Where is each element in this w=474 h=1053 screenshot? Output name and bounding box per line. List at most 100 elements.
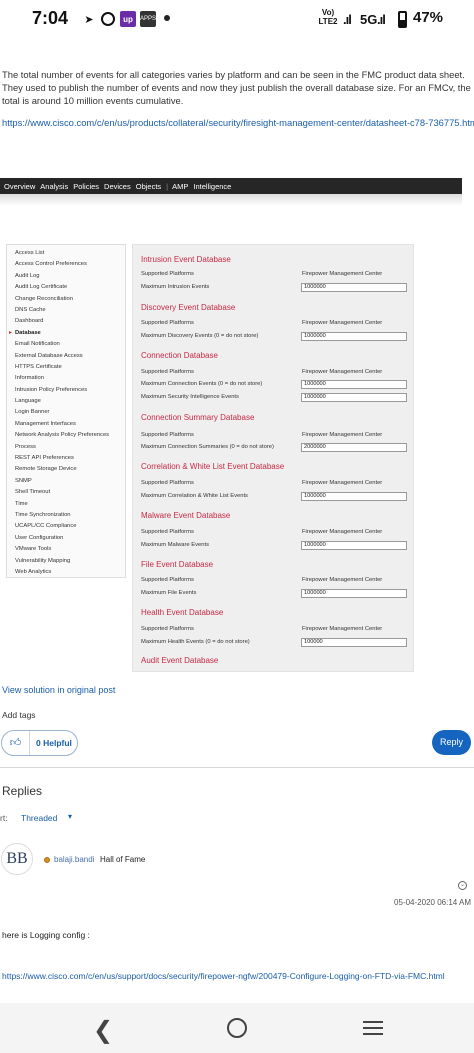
db-limit-input[interactable]: 1000000 — [301, 380, 407, 389]
fmc-menu-item[interactable]: Remote Storage Device — [7, 464, 125, 475]
fmc-menu-item[interactable]: Management Interfaces — [7, 419, 125, 430]
helpful-button[interactable]: 👍︎ 0 Helpful — [1, 730, 78, 756]
db-section-title: Discovery Event Database — [141, 303, 236, 312]
db-section-title: Connection Summary Database — [141, 413, 255, 422]
db-limit-input[interactable]: 1000000 — [301, 283, 407, 292]
view-solution-link[interactable]: View solution in original post — [2, 685, 115, 695]
avatar[interactable]: BB — [1, 843, 33, 875]
db-limit-input[interactable]: 1000000 — [301, 492, 407, 501]
supported-platforms-label: Supported Platforms — [141, 480, 194, 486]
fmc-menu-item[interactable]: Web Analytics — [7, 567, 125, 578]
db-limit-label: Maximum File Events — [141, 590, 197, 596]
section-divider — [0, 767, 474, 768]
db-limit-input[interactable]: 1000000 — [301, 589, 407, 598]
fmc-nav-analysis: Analysis — [40, 181, 69, 191]
add-tags-link[interactable]: Add tags — [2, 710, 36, 720]
chevron-down-icon[interactable]: ▾ — [68, 812, 72, 821]
fmc-nav-policies: Policies — [73, 181, 100, 191]
db-section-title: Connection Database — [141, 351, 218, 360]
fmc-menu-item[interactable]: Login Banner — [7, 407, 125, 418]
signal-icon: .ıl — [343, 11, 352, 27]
fmc-menu-item[interactable]: Dashboard — [7, 316, 125, 327]
fmc-menu-item[interactable]: Time — [7, 499, 125, 510]
fmc-menu-item[interactable]: Shell Timeout — [7, 487, 125, 498]
fmc-menu-item[interactable]: Vulnerability Mapping — [7, 556, 125, 567]
thumbs-up-icon: 👍︎ — [2, 731, 30, 755]
fmc-nav-intelligence: Intelligence — [193, 181, 232, 191]
fmc-menu-item[interactable]: UCAPL/CC Compliance — [7, 521, 125, 532]
supported-platforms-value: Firepower Management Center — [302, 529, 383, 535]
fmc-side-menu: Access List Access Control Preferences Aud… — [6, 244, 126, 578]
supported-platforms-value: Firepower Management Center — [302, 271, 383, 277]
fmc-menu-item[interactable]: User Configuration — [7, 533, 125, 544]
status-bar: 7:04 ➤ up APPS Vo) LTE2 .ıl 5G .ıl 47% — [0, 0, 474, 40]
supported-platforms-label: Supported Platforms — [141, 271, 194, 277]
battery-percent: 47% — [413, 8, 444, 26]
fmc-menu-item[interactable]: Access Control Preferences — [7, 259, 125, 270]
vpn-icon — [101, 12, 115, 26]
db-limit-label: Maximum Discovery Events (0 = do not sto… — [141, 333, 259, 339]
fmc-menu-item[interactable]: Access List — [7, 248, 125, 259]
up-app-icon: up — [120, 11, 136, 27]
fmc-menu-item[interactable]: Time Synchronization — [7, 510, 125, 521]
fmc-menu-item[interactable]: Network Analysis Policy Preferences — [7, 430, 125, 441]
system-nav-bar: ❮ — [0, 1003, 474, 1053]
fmc-menu-item[interactable]: Database — [7, 328, 125, 340]
db-limit-input[interactable]: 1000000 — [301, 332, 407, 341]
fmc-menu-item[interactable]: Process — [7, 442, 125, 453]
supported-platforms-label: Supported Platforms — [141, 369, 194, 375]
supported-platforms-value: Firepower Management Center — [302, 480, 383, 486]
sort-dropdown[interactable]: Threaded — [21, 813, 57, 823]
fmc-menu-item[interactable]: Language — [7, 396, 125, 407]
fmc-nav-devices: Devices — [104, 181, 131, 191]
fmc-menu-item[interactable]: Audit Log Certificate — [7, 282, 125, 293]
fmc-menu-item[interactable]: Information — [7, 373, 125, 384]
fmc-menu-item[interactable]: REST API Preferences — [7, 453, 125, 464]
fmc-menu-item[interactable]: Email Notification — [7, 339, 125, 350]
supported-platforms-label: Supported Platforms — [141, 626, 194, 632]
supported-platforms-value: Firepower Management Center — [302, 626, 383, 632]
fmc-menu-item[interactable]: Audit Log — [7, 271, 125, 282]
post-options-icon[interactable]: ⌄ — [458, 881, 467, 890]
fmc-nav-objects: Objects — [135, 181, 162, 191]
reply-body-text: here is Logging config : — [2, 930, 90, 940]
reply-date: 05-04-2020 06:14 AM — [394, 898, 471, 907]
datasheet-link[interactable]: https://www.cisco.com/c/en/us/products/c… — [2, 117, 474, 128]
supported-platforms-label: Supported Platforms — [141, 320, 194, 326]
supported-platforms-value: Firepower Management Center — [302, 432, 383, 438]
supported-platforms-value: Firepower Management Center — [302, 369, 383, 375]
fmc-menu-item[interactable]: Intrusion Policy Preferences — [7, 385, 125, 396]
fmc-database-panel: Intrusion Event Database Supported Platfo… — [132, 244, 414, 672]
db-limit-input[interactable]: 2000000 — [301, 443, 407, 452]
fmc-menu-item[interactable]: External Database Access — [7, 351, 125, 362]
rank-badge-icon — [44, 857, 50, 863]
reply-username[interactable]: balaji.bandi — [54, 855, 94, 864]
home-icon[interactable] — [227, 1018, 247, 1038]
recent-apps-icon[interactable] — [363, 1021, 383, 1039]
reply-button[interactable]: Reply — [432, 730, 471, 755]
fmc-menu-item[interactable]: DNS Cache — [7, 305, 125, 316]
db-limit-input[interactable]: 1000000 — [301, 541, 407, 550]
db-limit-label: Maximum Health Events (0 = do not store) — [141, 639, 250, 645]
supported-platforms-value: Firepower Management Center — [302, 320, 383, 326]
sort-label: rt: — [0, 813, 8, 823]
db-limit-label: Maximum Connection Summaries (0 = do not… — [141, 444, 274, 450]
db-section-title: File Event Database — [141, 560, 214, 569]
fmc-menu-item[interactable]: SNMP — [7, 476, 125, 487]
db-limit-input[interactable]: 1000000 — [301, 393, 407, 402]
db-limit-label: Maximum Malware Events — [141, 542, 209, 548]
db-limit-label: Maximum Security Intelligence Events — [141, 394, 239, 400]
send-icon: ➤ — [84, 13, 94, 26]
db-limit-label: Maximum Correlation & White List Events — [141, 493, 248, 499]
back-icon[interactable]: ❮ — [93, 1016, 113, 1045]
db-section-title: Intrusion Event Database — [141, 255, 231, 264]
db-limit-input[interactable]: 100000 — [301, 638, 407, 647]
signal-icon-2: .ıl — [377, 11, 386, 27]
network-type: 5G — [360, 11, 378, 27]
db-section-title: Malware Event Database — [141, 511, 231, 520]
apps-icon: APPS — [140, 11, 156, 27]
fmc-menu-item[interactable]: VMware Tools — [7, 544, 125, 555]
fmc-menu-item[interactable]: Change Reconciliation — [7, 294, 125, 305]
logging-config-link[interactable]: https://www.cisco.com/c/en/us/support/do… — [2, 970, 472, 983]
fmc-menu-item[interactable]: HTTPS Certificate — [7, 362, 125, 373]
